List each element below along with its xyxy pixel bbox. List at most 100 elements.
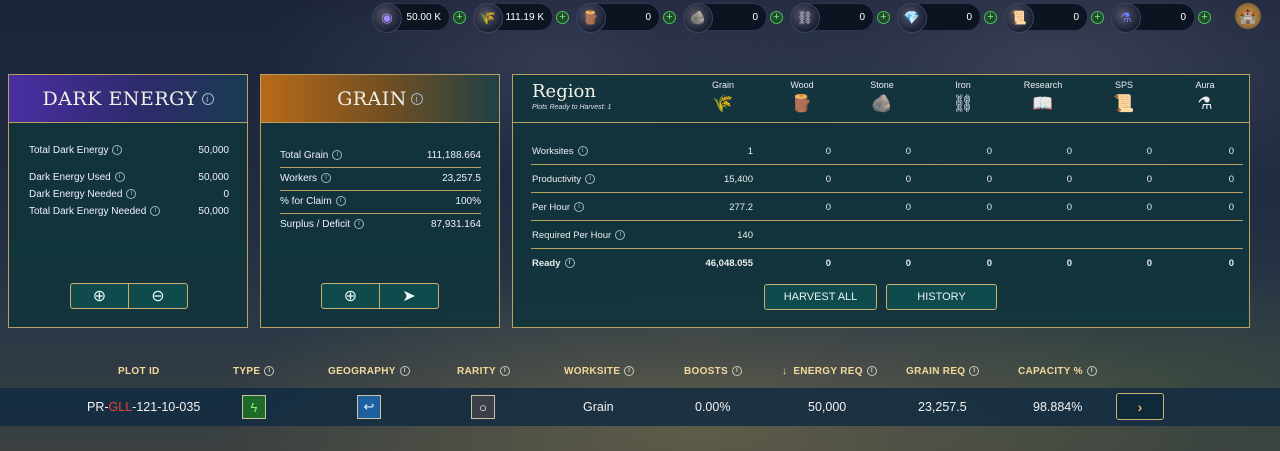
region-col-sps: SPS 📜 [1094, 80, 1154, 114]
resource-item: 50.00 K ◉ + [372, 3, 466, 33]
col-grain-req[interactable]: GRAIN REQ i [906, 366, 980, 377]
col-type[interactable]: TYPE i [233, 366, 275, 377]
region-cell: 0 [1228, 174, 1234, 185]
history-button[interactable]: HISTORY [886, 284, 997, 310]
info-icon[interactable]: i [126, 189, 137, 200]
info-icon[interactable]: i [114, 172, 125, 183]
col-label: BOOSTS [684, 366, 729, 377]
add-resource-icon[interactable]: + [770, 10, 783, 24]
region-row-label: Per Hour i [532, 202, 585, 213]
col-label: GEOGRAPHY [328, 366, 396, 377]
region-cell: 0 [1228, 258, 1234, 269]
add-resource-icon[interactable]: + [984, 10, 997, 24]
send-grain-button[interactable]: ➤ [380, 283, 439, 309]
open-plot-button[interactable]: › [1116, 393, 1164, 420]
col-capacity[interactable]: CAPACITY % i [1018, 366, 1097, 377]
region-cell: 0 [825, 202, 831, 213]
row-value: 87,931.164 [430, 219, 481, 230]
iron-icon: ⛓ [952, 94, 974, 113]
region-cell: 0 [986, 146, 992, 157]
col-label: GRAIN REQ [906, 366, 966, 377]
col-energy-req[interactable]: ↓ ENERGY REQ i [782, 366, 877, 377]
info-icon[interactable]: i [585, 174, 596, 185]
info-icon[interactable]: i [410, 92, 423, 105]
de-row-needed: Dark Energy Needed i 0 [29, 189, 229, 200]
add-dark-energy-button[interactable]: ⊕ [70, 283, 129, 309]
info-icon[interactable]: i [321, 173, 332, 184]
harvest-all-button[interactable]: HARVEST ALL [764, 284, 877, 310]
info-icon[interactable]: i [354, 219, 365, 230]
row-label-text: Per Hour [532, 202, 571, 213]
region-cell: 0 [905, 258, 911, 269]
row-value: 100% [455, 196, 481, 207]
add-resource-icon[interactable]: + [663, 10, 676, 24]
info-icon[interactable]: i [201, 92, 214, 105]
add-resource-icon[interactable]: + [1091, 10, 1104, 24]
de-row-used: Dark Energy Used i 50,000 [29, 172, 229, 183]
region-col-stone: Stone 🪨 [852, 80, 912, 114]
research-crystal-icon: 💎 [897, 3, 927, 33]
region-col-research: Research 📖 [1013, 80, 1073, 114]
resource-item: 0 💎 + [897, 3, 997, 33]
info-icon[interactable]: i [866, 366, 877, 377]
type-icon: ϟ [242, 395, 266, 419]
info-icon[interactable]: i [150, 206, 161, 217]
region-col-aura: Aura ⚗ [1175, 80, 1235, 114]
col-rarity[interactable]: RARITY i [457, 366, 511, 377]
region-cell: 0 [1066, 146, 1072, 157]
info-icon[interactable]: i [399, 366, 410, 377]
col-label: PLOT ID [118, 366, 160, 377]
info-icon[interactable]: i [969, 366, 980, 377]
rarity-icon: ○ [471, 395, 495, 419]
grain-row-workers: Workers i 23,257.5 [280, 168, 481, 191]
table-row[interactable]: PR-GLL-121-10-035 ϟ ↩ ○ Grain 0.00% 50,0… [0, 388, 1280, 426]
col-label: WORKSITE [564, 366, 621, 377]
region-cell: 0 [1228, 146, 1234, 157]
region-cell: 46,048.055 [705, 258, 753, 269]
col-geography[interactable]: GEOGRAPHY i [328, 366, 410, 377]
col-label: Aura [1195, 80, 1215, 90]
add-resource-icon[interactable]: + [556, 10, 569, 24]
add-grain-button[interactable]: ⊕ [321, 283, 380, 309]
grain-header: GRAIN i [261, 75, 499, 123]
region-col-wood: Wood 🪵 [772, 80, 832, 114]
info-icon[interactable]: i [574, 202, 585, 213]
grain-req-value: 23,257.5 [918, 400, 967, 414]
col-plot-id[interactable]: PLOT ID [118, 366, 160, 377]
region-panel: Region Plots Ready to Harvest: 1 Grain 🌾 W… [512, 74, 1250, 328]
info-icon[interactable]: i [332, 150, 343, 161]
col-worksite[interactable]: WORKSITE i [564, 366, 635, 377]
boosts-value: 0.00% [695, 400, 731, 414]
profile-avatar-icon[interactable]: 🏰 [1235, 3, 1261, 29]
info-icon[interactable]: i [577, 146, 588, 157]
info-icon[interactable]: i [564, 258, 575, 269]
region-cell: 0 [1066, 202, 1072, 213]
resource-item: 0 ⚗ + [1111, 3, 1211, 33]
info-icon[interactable]: i [500, 366, 511, 377]
info-icon[interactable]: i [264, 366, 275, 377]
info-icon[interactable]: i [732, 366, 743, 377]
de-row-total: Total Dark Energy i 50,000 [29, 145, 229, 156]
region-col-grain: Grain 🌾 [693, 80, 753, 114]
info-icon[interactable]: i [112, 145, 123, 156]
info-icon[interactable]: i [1086, 366, 1097, 377]
region-row-label: Worksites i [532, 146, 588, 157]
add-resource-icon[interactable]: + [877, 10, 890, 24]
grain-panel: GRAIN i Total Grain i 111,188.664 Workers… [260, 74, 500, 328]
col-boosts[interactable]: BOOSTS i [684, 366, 743, 377]
aura-icon: ⚗ [1197, 94, 1213, 113]
col-label: ENERGY REQ [793, 366, 863, 377]
plot-id[interactable]: PR-GLL-121-10-035 [87, 400, 200, 414]
info-icon[interactable]: i [615, 230, 626, 241]
row-label-text: Ready [532, 258, 561, 269]
remove-dark-energy-button[interactable]: ⊖ [129, 283, 188, 309]
col-label: Iron [955, 80, 971, 90]
info-icon[interactable]: i [335, 196, 346, 207]
region-cell: 0 [1066, 174, 1072, 185]
dark-energy-icon: ◉ [372, 3, 402, 33]
info-icon[interactable]: i [624, 366, 635, 377]
dark-energy-title: DARK ENERGY [42, 87, 198, 110]
wood-icon: 🪵 [791, 94, 813, 113]
add-resource-icon[interactable]: + [1198, 10, 1211, 24]
add-resource-icon[interactable]: + [453, 10, 466, 24]
